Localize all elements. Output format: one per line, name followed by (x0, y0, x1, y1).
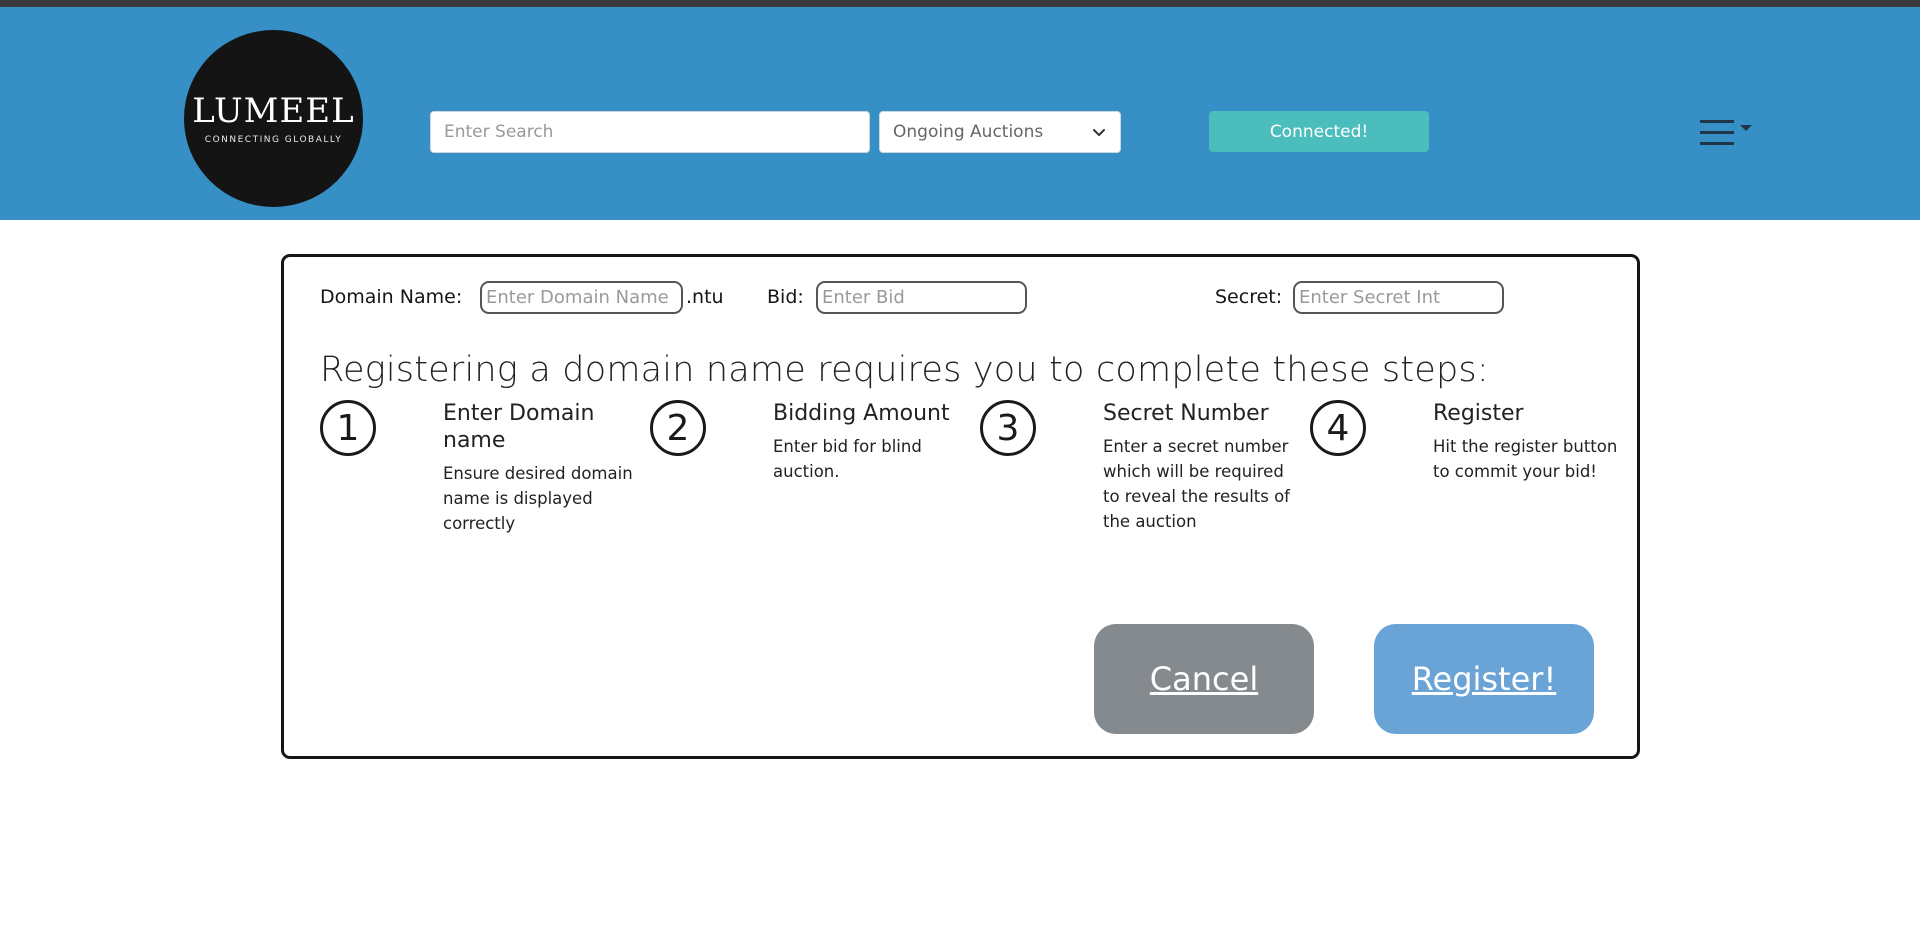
search-input[interactable] (430, 111, 870, 153)
domain-name-label: Domain Name: (320, 286, 463, 308)
auction-filter-select[interactable]: Ongoing Auctions (879, 111, 1121, 153)
cancel-button[interactable]: Cancel (1094, 624, 1314, 734)
auction-filter-value: Ongoing Auctions (893, 122, 1044, 142)
step-text: Secret Number Enter a secret number whic… (1103, 400, 1293, 534)
secret-label: Secret: (1215, 286, 1283, 308)
menu-toggle[interactable] (1700, 115, 1764, 149)
step-number-badge: 1 (320, 400, 376, 456)
step-number-badge: 2 (650, 400, 706, 456)
caret-down-icon (1740, 125, 1752, 131)
step-title: Bidding Amount (773, 401, 950, 426)
step-title: Secret Number (1103, 401, 1269, 426)
bid-label: Bid: (767, 286, 804, 308)
connected-status-button[interactable]: Connected! (1209, 111, 1429, 152)
chevron-down-icon (1093, 129, 1105, 136)
step-description: Ensure desired domain name is displayed … (443, 464, 633, 533)
bid-input[interactable] (816, 281, 1027, 314)
domain-name-input[interactable] (480, 281, 683, 314)
step-number-badge: 4 (1310, 400, 1366, 456)
domain-suffix: .ntu (686, 286, 724, 308)
step-text: Register Hit the register button to comm… (1433, 400, 1623, 484)
window-top-strip (0, 0, 1920, 7)
register-domain-card: Domain Name: .ntu Bid: Secret: Registeri… (281, 254, 1640, 759)
secret-input[interactable] (1293, 281, 1504, 314)
step-description: Enter bid for blind auction. (773, 437, 922, 481)
step-description: Enter a secret number which will be requ… (1103, 437, 1290, 531)
step-description: Hit the register button to commit your b… (1433, 437, 1618, 481)
site-header: LUMEEL CONNECTING GLOBALLY Ongoing Aucti… (0, 7, 1920, 220)
step-text: Enter Domain name Ensure desired domain … (443, 400, 633, 536)
logo-tagline: CONNECTING GLOBALLY (204, 134, 343, 145)
step-text: Bidding Amount Enter bid for blind aucti… (773, 400, 963, 484)
logo[interactable]: LUMEEL CONNECTING GLOBALLY (184, 30, 363, 207)
steps-heading: Registering a domain name requires you t… (320, 350, 1489, 390)
step-number-badge: 3 (980, 400, 1036, 456)
step-title: Enter Domain name (443, 401, 595, 453)
register-form-row: Domain Name: .ntu Bid: Secret: (284, 281, 1637, 317)
logo-wordmark: LUMEEL (192, 90, 355, 131)
hamburger-icon (1700, 120, 1734, 145)
register-button[interactable]: Register! (1374, 624, 1594, 734)
step-title: Register (1433, 401, 1524, 426)
